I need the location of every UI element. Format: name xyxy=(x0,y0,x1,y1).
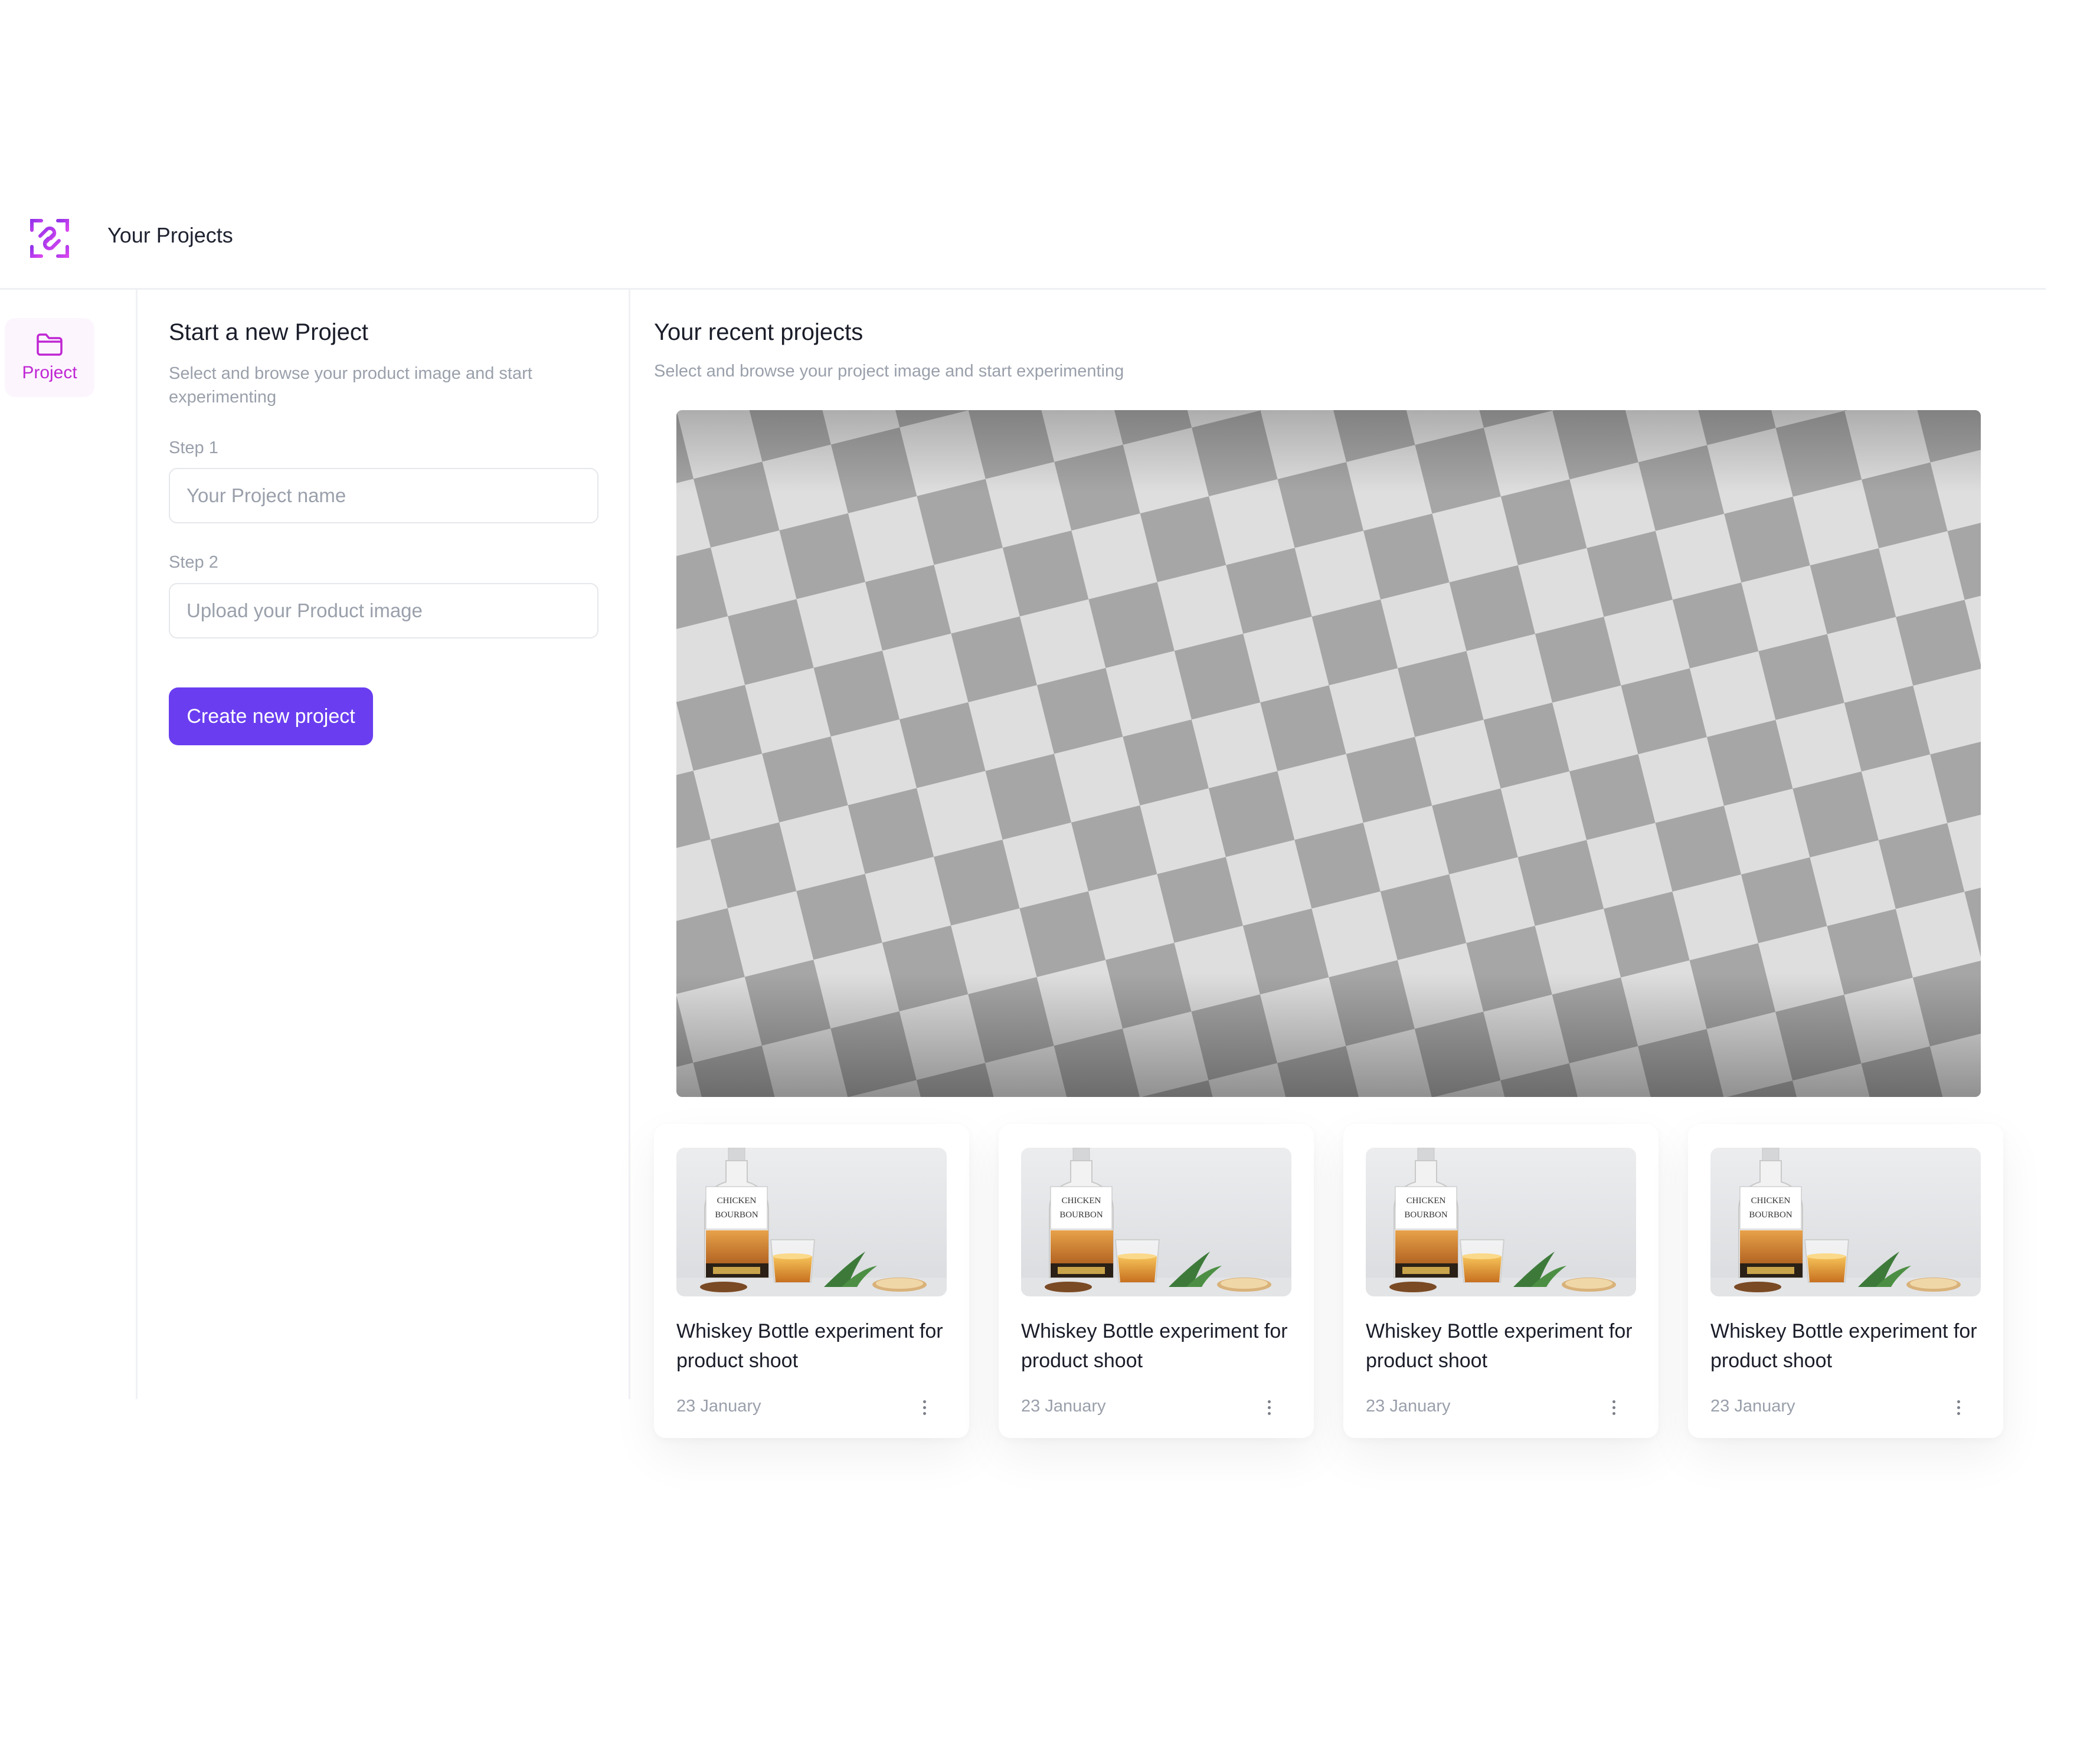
more-vertical-icon[interactable] xyxy=(1603,1392,1624,1423)
project-title: Whiskey Bottle experiment for product sh… xyxy=(1366,1320,1633,1372)
recent-projects-title: Your recent projects xyxy=(654,319,863,345)
svg-text:CHICKEN: CHICKEN xyxy=(1062,1196,1101,1206)
project-date: 23 January xyxy=(1366,1397,1451,1416)
step2-label: Step 2 xyxy=(169,553,218,572)
logo-icon[interactable] xyxy=(30,218,70,258)
sidebar-item-project[interactable]: Project xyxy=(5,318,94,397)
more-vertical-icon[interactable] xyxy=(1258,1392,1280,1423)
project-title: Whiskey Bottle experiment for product sh… xyxy=(1021,1320,1288,1372)
svg-text:BOURBON: BOURBON xyxy=(1749,1210,1792,1220)
folder-icon xyxy=(37,333,63,356)
project-title: Whiskey Bottle experiment for product sh… xyxy=(676,1320,943,1372)
project-card[interactable]: CHICKEN BOURBON Whiskey Bottle experimen… xyxy=(1343,1124,1659,1438)
project-card[interactable]: CHICKEN BOURBON Whiskey Bottle experimen… xyxy=(999,1124,1314,1438)
top-header: Your Projects xyxy=(0,201,2046,289)
more-vertical-icon[interactable] xyxy=(1948,1392,1969,1423)
project-card-list: CHICKEN BOURBON Whiskey Bottle experimen… xyxy=(654,1124,2011,1443)
new-project-panel: Start a new Project Select and browse yo… xyxy=(137,290,630,1399)
recent-projects-panel: Your recent projects Select and browse y… xyxy=(630,290,2046,1438)
project-thumbnail: CHICKEN BOURBON xyxy=(1366,1148,1636,1296)
project-card[interactable]: CHICKEN BOURBON Whiskey Bottle experimen… xyxy=(654,1124,969,1438)
project-card[interactable]: CHICKEN BOURBON Whiskey Bottle experimen… xyxy=(1688,1124,2003,1438)
svg-text:BOURBON: BOURBON xyxy=(715,1210,758,1220)
upload-placeholder: Upload your Product image xyxy=(187,600,423,621)
more-vertical-icon[interactable] xyxy=(914,1392,935,1423)
project-date: 23 January xyxy=(1710,1397,1795,1416)
sidebar-item-label: Project xyxy=(22,363,77,382)
project-title: Whiskey Bottle experiment for product sh… xyxy=(1710,1320,1977,1372)
project-preview-canvas[interactable] xyxy=(676,410,1981,1097)
recent-projects-subtitle: Select and browse your project image and… xyxy=(654,362,1124,381)
page-title: Your Projects xyxy=(107,223,233,247)
svg-text:CHICKEN: CHICKEN xyxy=(1406,1196,1446,1206)
svg-text:CHICKEN: CHICKEN xyxy=(717,1196,757,1206)
project-date: 23 January xyxy=(1021,1397,1106,1416)
svg-text:CHICKEN: CHICKEN xyxy=(1751,1196,1791,1206)
create-project-button[interactable]: Create new project xyxy=(169,687,373,745)
app-root: Your Projects Project Start a new Projec… xyxy=(0,0,2100,1749)
project-thumbnail: CHICKEN BOURBON xyxy=(1021,1148,1291,1296)
project-thumbnail: CHICKEN BOURBON xyxy=(1710,1148,1981,1296)
project-date: 23 January xyxy=(676,1397,761,1416)
svg-text:BOURBON: BOURBON xyxy=(1404,1210,1448,1220)
new-project-subtitle: Select and browse your product image and… xyxy=(169,364,532,407)
new-project-title: Start a new Project xyxy=(169,319,368,345)
product-image-upload[interactable]: Upload your Product image xyxy=(169,583,598,638)
project-thumbnail: CHICKEN BOURBON xyxy=(676,1148,947,1296)
step1-label: Step 1 xyxy=(169,438,218,457)
sidebar: Project xyxy=(0,290,138,1399)
svg-text:BOURBON: BOURBON xyxy=(1059,1210,1103,1220)
project-name-input[interactable] xyxy=(169,468,598,523)
